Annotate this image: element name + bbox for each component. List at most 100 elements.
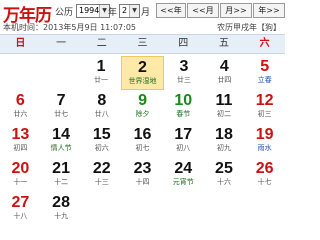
calendar-day-cell[interactable]: 23 十四 [122,158,163,192]
lunar-year: 农历甲戌年【狗】 [217,23,281,32]
calendar-day-cell[interactable]: 26 十七 [244,158,285,192]
weekday-tue: 二 [96,38,107,49]
calendar-day-cell[interactable]: 13 初四 [0,124,41,158]
calendar-day-cell[interactable]: 19 雨水 [244,124,285,158]
calendar-day-cell[interactable]: 24 元宵节 [163,158,204,192]
day-number: 5 [260,58,270,75]
year-select[interactable]: 1994 ▼ [76,4,110,18]
calendar-day-cell[interactable]: 8 廿八 [81,90,122,124]
week-header: 日 一 二 三 四 五 六 [0,34,285,54]
calendar-day-cell[interactable]: 10 春节 [163,90,204,124]
calendar-day-cell[interactable]: 12 初三 [244,90,285,124]
day-number: 24 [174,160,193,177]
lunar-date-label: 十九 [54,212,69,220]
lunar-date-label: 廿一 [94,76,109,84]
calendar-grid: 1 廿一 2 世界湿地 3 廿三 4 廿四 5 立春 6 廿六 7 廿七 8 廿八 9 除夕 10 春节 11 初二 12 初… [0,56,285,226]
calendar-day-cell[interactable]: 27 十八 [0,192,41,226]
day-number: 1 [96,58,106,75]
calendar-day-cell[interactable]: 25 十六 [204,158,245,192]
prev-year-button[interactable]: <<年 [156,3,186,18]
prev-month-button[interactable]: <<月 [187,3,219,18]
calendar-day-cell[interactable]: 15 初六 [81,124,122,158]
day-number: 14 [52,126,70,143]
day-number: 19 [255,126,274,143]
lunar-date-label: 十八 [13,212,28,220]
calendar-week-row: 27 十八 28 十九 [0,192,285,226]
day-number: 22 [92,160,111,177]
calendar-day-cell[interactable]: 17 初八 [163,124,204,158]
day-number: 20 [11,160,30,177]
calendar-day-cell[interactable]: 14 情人节 [41,124,82,158]
month-label: 月 [141,8,151,18]
calendar-day-cell[interactable]: 21 十二 [41,158,82,192]
lunar-date-label: 情人节 [50,144,72,152]
lunar-date-label: 十二 [54,178,69,186]
lunar-date-label: 廿四 [217,76,232,84]
lunar-date-label: 廿八 [94,110,109,118]
calendar-empty-cell [40,56,80,90]
day-number: 11 [215,92,233,109]
lunar-date-label: 廿三 [176,76,191,84]
calendar-week-row: 6 廿六 7 廿七 8 廿八 9 除夕 10 春节 11 初二 12 初三 [0,90,285,124]
day-number: 21 [52,160,70,177]
lunar-date-label: 十七 [257,178,272,186]
day-number: 16 [133,126,152,143]
month-select-value: 2 [122,6,128,15]
lunar-date-label: 十六 [216,178,231,186]
calendar-week-row: 1 廿一 2 世界湿地 3 廿三 4 廿四 5 立春 [0,56,285,90]
day-number: 7 [56,92,66,109]
day-number: 13 [11,126,30,143]
calendar-day-cell[interactable]: 16 初七 [122,124,163,158]
calendar-day-cell[interactable]: 20 十一 [0,158,41,192]
day-number: 2 [138,59,147,76]
day-number: 25 [215,160,233,177]
day-number: 12 [255,92,274,109]
day-number: 15 [92,126,111,143]
lunar-date-label: 世界湿地 [128,77,157,85]
calendar-day-cell[interactable]: 1 廿一 [81,56,121,90]
lunar-date-label: 初二 [216,110,231,118]
calendar-week-row: 20 十一 21 十二 22 十三 23 十四 24 元宵节 25 十六 26 十七 [0,158,285,192]
weekday-sat: 六 [259,38,270,49]
calendar-day-cell[interactable]: 6 廿六 [0,90,41,124]
lunar-date-label: 廿七 [54,110,69,118]
day-number: 3 [179,58,189,75]
calendar-day-cell[interactable]: 3 廿三 [164,56,204,90]
lunar-date-label: 立春 [257,76,272,84]
year-select-value: 1994 [79,6,100,15]
calendar-day-cell[interactable]: 18 初九 [204,124,245,158]
day-number: 10 [174,92,193,109]
lunar-date-label: 十一 [13,178,28,186]
next-month-button[interactable]: 月>> [220,3,252,18]
calendar-day-cell[interactable]: 4 廿四 [204,56,244,90]
lunar-date-label: 元宵节 [172,178,194,186]
calendar-day-cell[interactable]: 22 十三 [81,158,122,192]
calendar-day-cell[interactable]: 11 初二 [204,90,245,124]
calendar-week-row: 13 初四 14 情人节 15 初六 16 初七 17 初八 18 初九 19 雨水 [0,124,285,158]
weekday-fri: 五 [218,38,229,49]
calendar-day-cell[interactable]: 9 除夕 [122,90,163,124]
weekday-sun: 日 [15,38,26,49]
lunar-date-label: 初四 [13,144,28,152]
next-year-button[interactable]: 年>> [253,3,285,18]
local-time: 本机时间：2013年5月9日 11:07:05 [3,23,137,32]
calendar-empty-cell [244,192,285,226]
calendar-day-cell[interactable]: 5 立春 [245,56,285,90]
day-number: 9 [138,92,147,109]
calendar-empty-cell [122,192,163,226]
calendar-day-cell[interactable]: 7 廿七 [41,90,82,124]
lunar-date-label: 初六 [94,144,109,152]
lunar-date-label: 廿六 [13,110,28,118]
weekday-wed: 三 [137,38,148,49]
day-number: 28 [52,194,70,211]
weekday-mon: 一 [56,38,67,49]
day-number: 17 [174,126,193,143]
weekday-thu: 四 [178,38,189,49]
calendar-day-cell[interactable]: 2 世界湿地 [121,56,164,90]
lunar-date-label: 春节 [176,110,191,118]
year-label: 年 [108,8,118,18]
month-select[interactable]: 2 ▼ [119,4,140,18]
calendar-day-cell[interactable]: 28 十九 [41,192,82,226]
day-number: 26 [255,160,274,177]
calendar-empty-cell [204,192,245,226]
